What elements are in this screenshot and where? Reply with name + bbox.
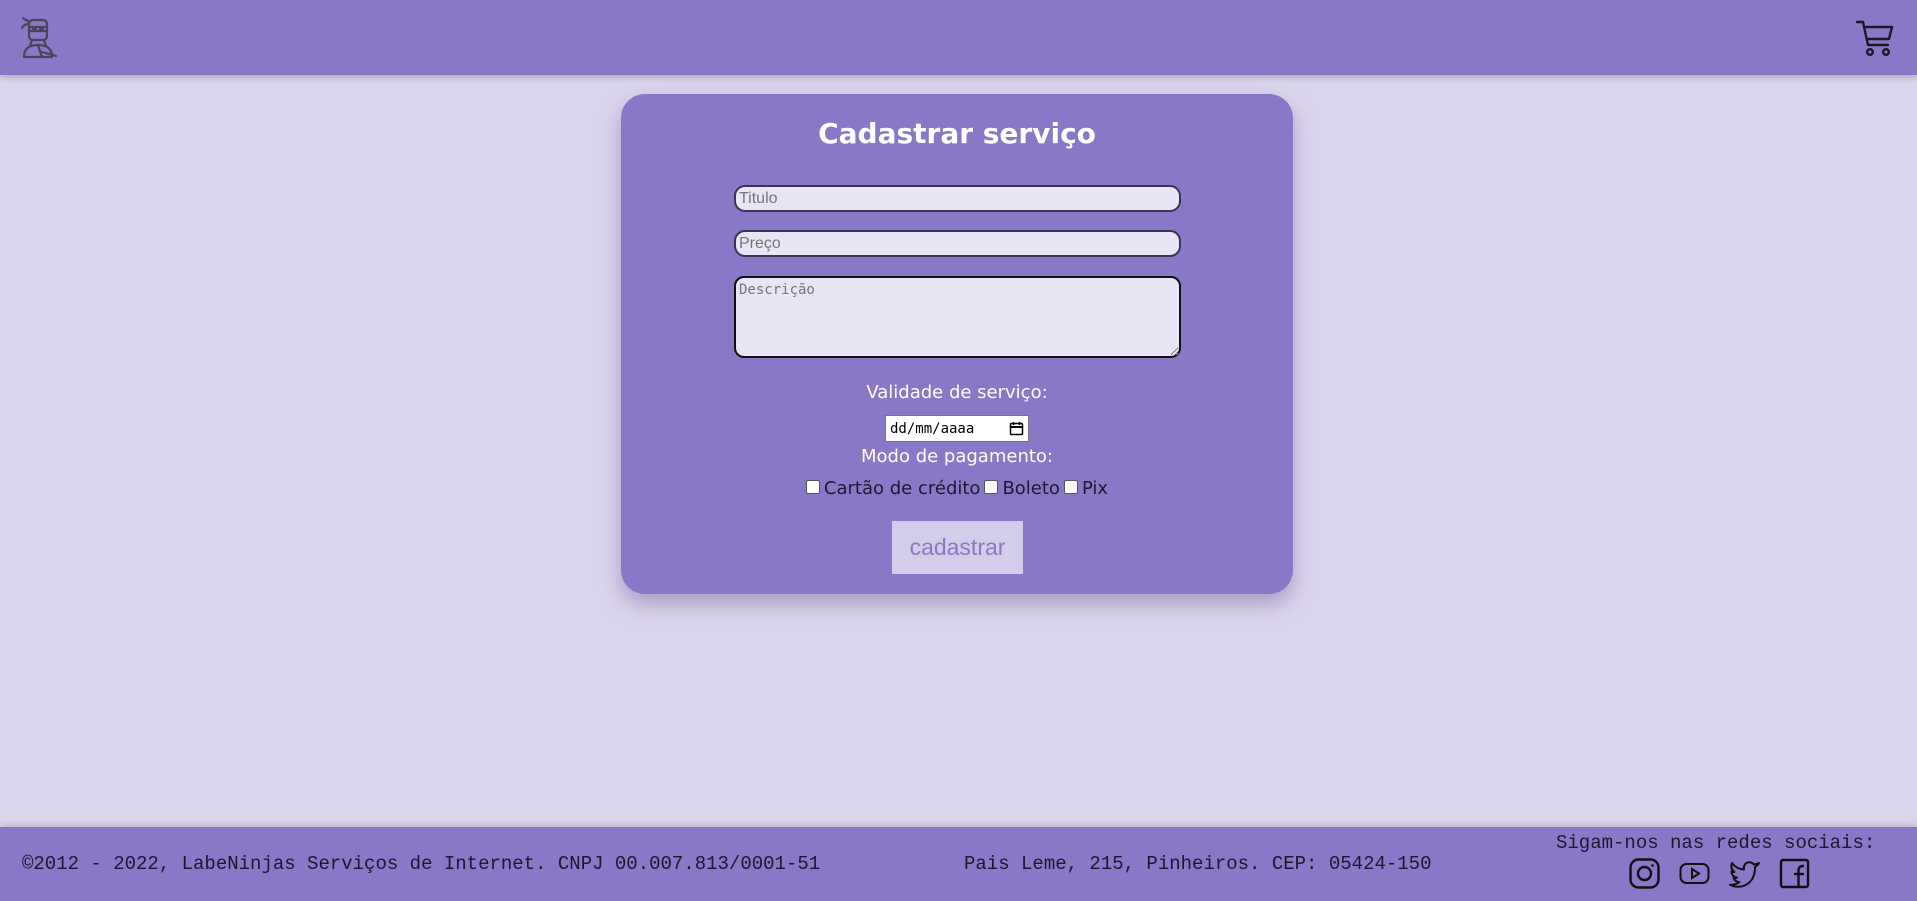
pix-label: Pix [1081, 478, 1109, 499]
date-placeholder: dd/mm/aaaa [890, 420, 975, 437]
validity-date-input[interactable]: dd/mm/aaaa [885, 415, 1029, 442]
payment-option-pix[interactable]: Pix [1063, 478, 1109, 499]
title-input[interactable] [734, 185, 1181, 212]
youtube-icon[interactable] [1678, 857, 1711, 890]
social-title: Sigam-nos nas redes sociais: [1556, 832, 1876, 854]
address-text: Pais Leme, 215, Pinheiros. CEP: 05424-15… [964, 853, 1432, 875]
price-input[interactable] [734, 230, 1181, 257]
twitter-icon[interactable] [1728, 857, 1761, 890]
service-form-card: Cadastrar serviço Validade de serviço: d… [621, 94, 1293, 594]
credit-card-checkbox[interactable] [805, 479, 820, 494]
pix-checkbox[interactable] [1063, 479, 1078, 494]
boleto-checkbox[interactable] [984, 479, 999, 494]
submit-button[interactable]: cadastrar [892, 521, 1023, 574]
boleto-label: Boleto [1002, 478, 1060, 499]
payment-options: Cartão de crédito Boleto Pix [621, 478, 1293, 499]
payment-label: Modo de pagamento: [861, 446, 1053, 467]
payment-option-credit-card[interactable]: Cartão de crédito [805, 478, 981, 499]
validity-label: Validade de serviço: [866, 382, 1048, 403]
social-icons [1628, 857, 1811, 890]
facebook-icon[interactable] [1778, 857, 1811, 890]
footer: ©2012 - 2022, LabeNinjas Serviços de Int… [0, 827, 1917, 901]
shopping-cart-icon[interactable] [1855, 18, 1895, 58]
payment-option-boleto[interactable]: Boleto [984, 478, 1060, 499]
credit-card-label: Cartão de crédito [823, 478, 981, 499]
description-textarea[interactable] [734, 276, 1181, 358]
instagram-icon[interactable] [1628, 857, 1661, 890]
form-title: Cadastrar serviço [818, 117, 1096, 150]
calendar-icon[interactable] [1009, 421, 1024, 436]
ninja-logo-icon[interactable] [20, 16, 60, 60]
top-bar [0, 0, 1917, 75]
copyright-text: ©2012 - 2022, LabeNinjas Serviços de Int… [22, 853, 821, 875]
